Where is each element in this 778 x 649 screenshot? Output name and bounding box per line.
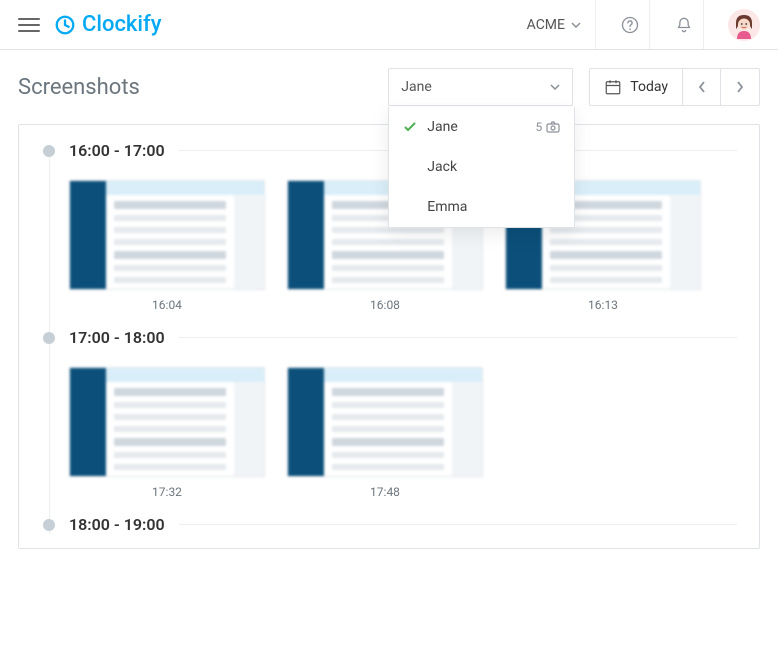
- timeline-dot-icon: [43, 332, 55, 344]
- help-button[interactable]: [610, 0, 650, 49]
- screenshot-thumbnail: [287, 367, 483, 477]
- screenshot-time: 17:32: [69, 485, 265, 499]
- timeline-block: 17:00 - 18:00 17:32 17:48: [49, 328, 737, 525]
- user-option-count: 5: [536, 120, 561, 134]
- date-prev-button[interactable]: [683, 69, 721, 105]
- date-navigator: Today: [589, 68, 760, 106]
- user-option-jane[interactable]: Jane 5: [389, 107, 574, 147]
- date-label: Today: [630, 79, 668, 95]
- page-title: Screenshots: [18, 75, 372, 100]
- chevron-down-icon: [550, 84, 560, 90]
- app-header: Clockify ACME: [0, 0, 778, 50]
- chevron-down-icon: [571, 22, 581, 28]
- timeline-block: 18:00 - 19:00: [49, 515, 737, 540]
- screenshot-thumbnail: [69, 180, 265, 290]
- user-filter-select[interactable]: Jane Jane 5: [388, 68, 573, 106]
- brand-name: Clockify: [82, 12, 162, 37]
- screenshot-item[interactable]: 16:04: [69, 180, 265, 312]
- screenshot-time: 17:48: [287, 485, 483, 499]
- screenshot-time: 16:13: [505, 298, 701, 312]
- timeline-dot-icon: [43, 519, 55, 531]
- calendar-icon: [604, 78, 622, 96]
- brand-logo[interactable]: Clockify: [54, 12, 162, 37]
- timeline-range: 16:00 - 17:00: [69, 141, 165, 160]
- chevron-left-icon: [698, 81, 706, 93]
- help-icon: [620, 15, 640, 35]
- chevron-right-icon: [736, 81, 744, 93]
- timeline-range: 17:00 - 18:00: [69, 328, 165, 347]
- bell-icon: [674, 15, 694, 35]
- workspace-name: ACME: [527, 17, 565, 33]
- page-header-row: Screenshots Jane Jane 5: [18, 68, 760, 106]
- user-filter-value: Jane: [401, 79, 432, 95]
- timeline-range: 18:00 - 19:00: [69, 515, 165, 534]
- workspace-selector[interactable]: ACME: [513, 0, 596, 49]
- menu-icon[interactable]: [18, 14, 40, 36]
- user-option-label: Jack: [427, 159, 560, 175]
- user-option-label: Emma: [427, 199, 560, 215]
- screenshot-time: 16:04: [69, 298, 265, 312]
- camera-icon: [546, 121, 560, 133]
- user-option-emma[interactable]: Emma: [389, 187, 574, 227]
- screenshot-time: 16:08: [287, 298, 483, 312]
- user-option-jack[interactable]: Jack: [389, 147, 574, 187]
- date-today-button[interactable]: Today: [590, 69, 683, 105]
- avatar-icon: [728, 9, 760, 41]
- screenshot-item[interactable]: 17:48: [287, 367, 483, 499]
- user-option-label: Jane: [427, 119, 525, 135]
- clockify-icon: [54, 14, 76, 36]
- check-icon: [403, 122, 417, 132]
- user-filter-dropdown: Jane 5 Jack Emma: [388, 107, 575, 228]
- date-next-button[interactable]: [721, 69, 759, 105]
- screenshot-thumbnail: [69, 367, 265, 477]
- screenshot-item[interactable]: 17:32: [69, 367, 265, 499]
- notifications-button[interactable]: [664, 0, 704, 49]
- user-avatar[interactable]: [728, 9, 760, 41]
- timeline-dot-icon: [43, 145, 55, 157]
